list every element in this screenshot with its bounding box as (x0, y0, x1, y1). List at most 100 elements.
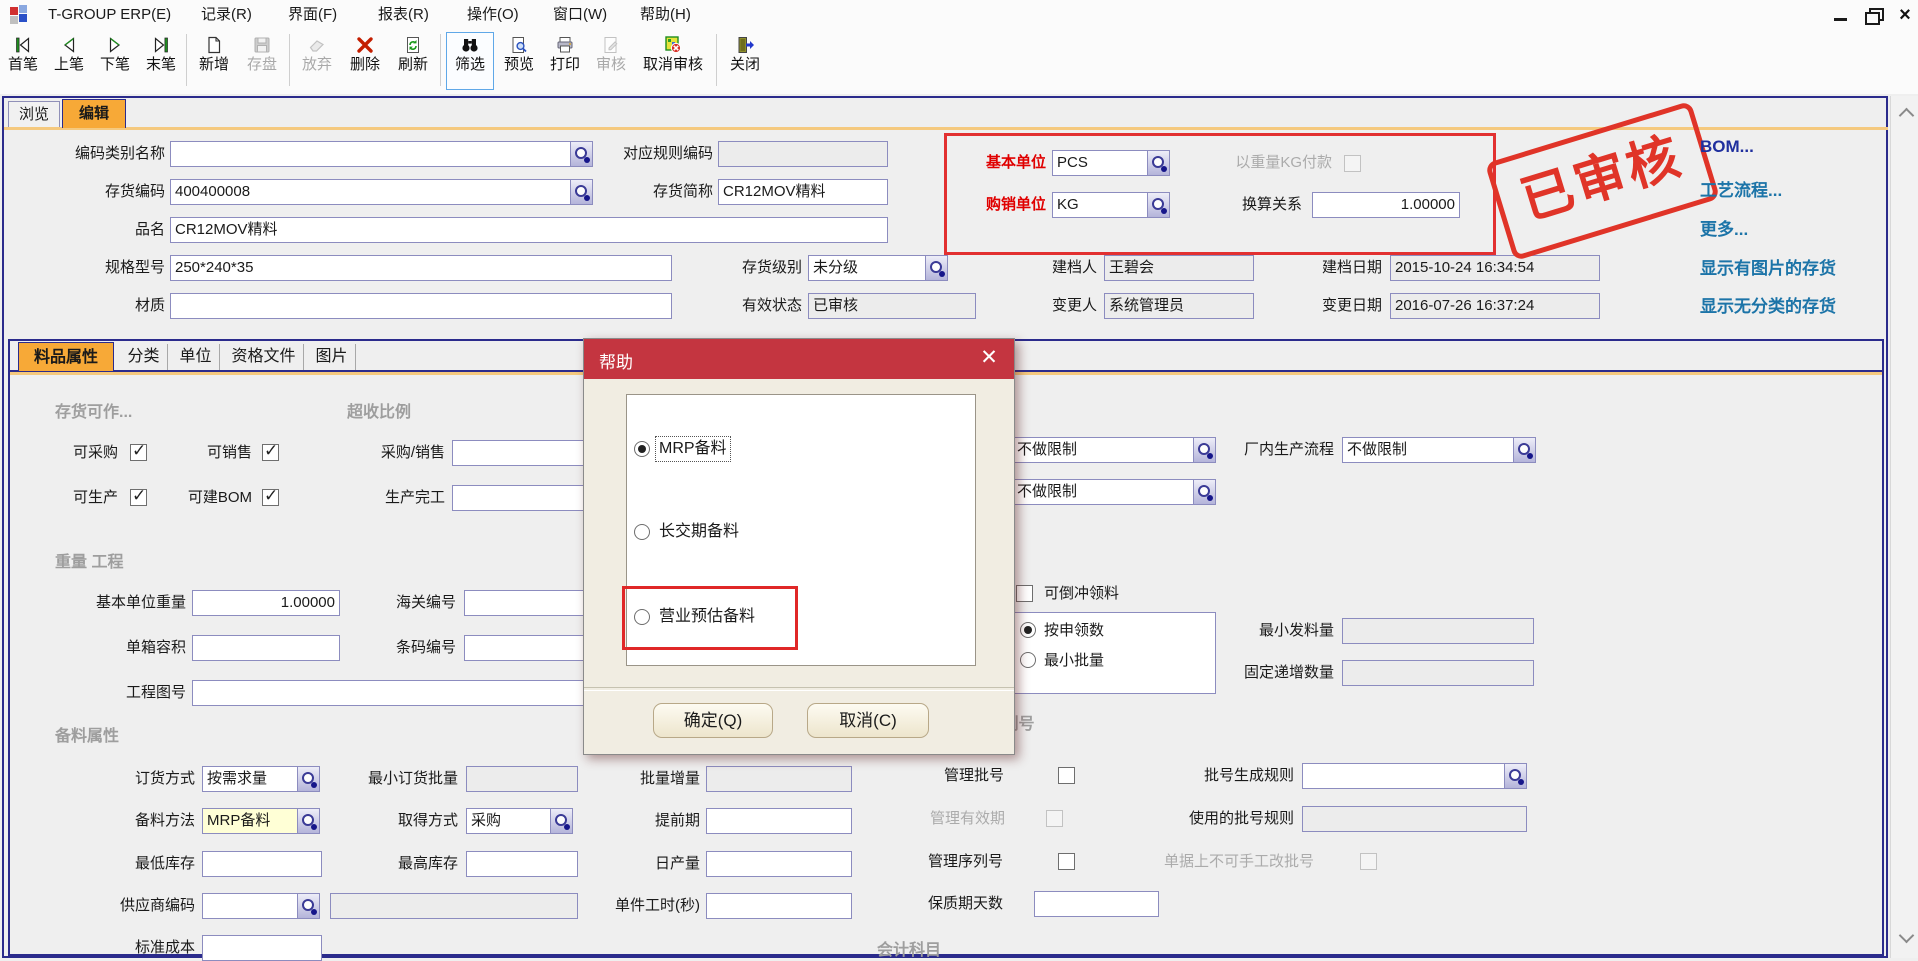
can-purchase-checkbox[interactable] (130, 444, 147, 461)
toolbar-new-button[interactable]: 新增 (191, 32, 237, 90)
supplier-code-field[interactable] (202, 893, 298, 919)
daily-output-field[interactable] (706, 851, 852, 877)
order-mode-field[interactable]: 按需求量 (202, 766, 298, 792)
menu-view[interactable]: 界面(F) (285, 4, 340, 26)
toolbar-refresh-button[interactable]: 刷新 (390, 32, 436, 90)
toolbar-first-button[interactable]: 首笔 (0, 32, 46, 90)
can-build-bom-checkbox[interactable] (262, 489, 279, 506)
menu-record[interactable]: 记录(R) (198, 4, 255, 26)
item-short-name-field[interactable]: CR12MOV精料 (718, 179, 888, 205)
customs-code-field[interactable] (464, 590, 597, 616)
coding-class-field[interactable] (170, 141, 571, 167)
menu-window[interactable]: 窗口(W) (550, 4, 610, 26)
manage-batch-checkbox[interactable] (1058, 767, 1075, 784)
menu-app[interactable]: T-GROUP ERP(E) (45, 4, 174, 26)
dialog-close-icon[interactable]: ✕ (976, 345, 1002, 371)
tab-browse[interactable]: 浏览 (8, 101, 60, 127)
lookup-icon[interactable] (1194, 479, 1216, 505)
purchase-sales-ratio-field[interactable] (452, 440, 595, 466)
close-button[interactable]: × (1892, 3, 1918, 27)
link-bom[interactable]: BOM... (1700, 137, 1754, 157)
base-unit-weight-field[interactable]: 1.00000 (192, 590, 340, 616)
toolbar-print-button[interactable]: 打印 (542, 32, 588, 90)
vertical-scrollbar[interactable] (1890, 96, 1918, 958)
link-show-with-image[interactable]: 显示有图片的存货 (1700, 254, 1836, 279)
dialog-option-forecast-radio[interactable] (634, 609, 650, 625)
lookup-icon[interactable] (1514, 437, 1536, 463)
dialog-cancel-button[interactable]: 取消(C) (807, 703, 929, 738)
menu-help[interactable]: 帮助(H) (637, 4, 694, 26)
standard-cost-field[interactable] (202, 935, 322, 961)
dialog-option-forecast-label[interactable]: 营业预估备料 (656, 605, 758, 629)
lookup-icon[interactable] (1505, 763, 1527, 789)
item-level-field[interactable]: 未分级 (808, 255, 926, 281)
toolbar-last-button[interactable]: 末笔 (138, 32, 184, 90)
item-code-field[interactable]: 400400008 (170, 179, 571, 205)
lookup-icon[interactable] (926, 255, 948, 281)
trade-unit-field[interactable]: KG (1052, 192, 1148, 218)
production-ratio-field[interactable] (452, 485, 595, 511)
subtab-classification[interactable]: 分类 (120, 344, 168, 370)
conversion-field[interactable]: 1.00000 (1312, 192, 1460, 218)
batch-rule-field[interactable] (1302, 763, 1505, 789)
toolbar-filter-button[interactable]: 筛选 (446, 32, 494, 90)
restore-button[interactable] (1860, 3, 1886, 27)
factory-flow-field[interactable]: 不做限制 (1342, 437, 1514, 463)
lookup-icon[interactable] (571, 141, 593, 167)
box-volume-field[interactable] (192, 635, 340, 661)
link-show-unclassified[interactable]: 显示无分类的存货 (1700, 292, 1836, 317)
link-more[interactable]: 更多... (1700, 215, 1748, 240)
subtab-unit[interactable]: 单位 (172, 344, 220, 370)
restriction-b-field[interactable]: 不做限制 (1012, 479, 1194, 505)
min-stock-field[interactable] (202, 851, 322, 877)
tab-edit[interactable]: 编辑 (62, 99, 126, 128)
lookup-icon[interactable] (298, 766, 320, 792)
lookup-icon[interactable] (1148, 192, 1170, 218)
toolbar-preview-button[interactable]: 预览 (496, 32, 542, 90)
lookup-icon[interactable] (1148, 150, 1170, 176)
can-produce-checkbox[interactable] (130, 489, 147, 506)
issue-by-request-radio[interactable] (1020, 622, 1036, 638)
scroll-down-button[interactable] (1893, 926, 1917, 952)
lookup-icon[interactable] (551, 808, 573, 834)
scroll-up-button[interactable] (1893, 100, 1917, 126)
backflush-checkbox[interactable] (1016, 585, 1033, 602)
lookup-icon[interactable] (571, 179, 593, 205)
lookup-icon[interactable] (1194, 437, 1216, 463)
toolbar-prev-button[interactable]: 上笔 (46, 32, 92, 90)
shelf-life-field[interactable] (1034, 891, 1159, 917)
can-sell-checkbox[interactable] (262, 444, 279, 461)
subtab-item-attributes[interactable]: 料品属性 (18, 342, 114, 371)
prep-method-field[interactable]: MRP备料 (202, 808, 298, 834)
spec-field[interactable]: 250*240*35 (170, 255, 672, 281)
menu-action[interactable]: 操作(O) (464, 4, 522, 26)
menu-report[interactable]: 报表(R) (375, 4, 432, 26)
min-batch-radio[interactable] (1020, 652, 1036, 668)
link-process-flow[interactable]: 工艺流程... (1700, 176, 1782, 201)
restriction-a-field[interactable]: 不做限制 (1012, 437, 1194, 463)
dialog-ok-button[interactable]: 确定(Q) (653, 703, 773, 738)
barcode-field[interactable] (464, 635, 597, 661)
dialog-option-mrp-label[interactable]: MRP备料 (656, 437, 730, 461)
lead-time-field[interactable] (706, 808, 852, 834)
item-name-field[interactable]: CR12MOV精料 (170, 217, 888, 243)
material-field[interactable] (170, 293, 672, 319)
dialog-option-mrp-radio[interactable] (634, 441, 650, 457)
dialog-title-bar[interactable]: 帮助 ✕ (584, 339, 1014, 379)
dialog-option-long-lead-label[interactable]: 长交期备料 (656, 520, 742, 544)
acquire-mode-field[interactable]: 采购 (466, 808, 551, 834)
toolbar-close-button[interactable]: 关闭 (722, 32, 768, 90)
toolbar-delete-button[interactable]: 删除 (342, 32, 388, 90)
unit-work-time-field[interactable] (706, 893, 852, 919)
drawing-no-field[interactable] (192, 680, 597, 706)
minimize-button[interactable] (1828, 3, 1854, 27)
toolbar-next-button[interactable]: 下笔 (92, 32, 138, 90)
manage-serial-checkbox[interactable] (1058, 853, 1075, 870)
subtab-qualification[interactable]: 资格文件 (224, 344, 304, 370)
max-stock-field[interactable] (466, 851, 578, 877)
base-unit-field[interactable]: PCS (1052, 150, 1148, 176)
subtab-picture[interactable]: 图片 (308, 344, 356, 370)
lookup-icon[interactable] (298, 808, 320, 834)
toolbar-cancel-audit-button[interactable]: 取消审核 (634, 32, 712, 90)
lookup-icon[interactable] (298, 893, 320, 919)
